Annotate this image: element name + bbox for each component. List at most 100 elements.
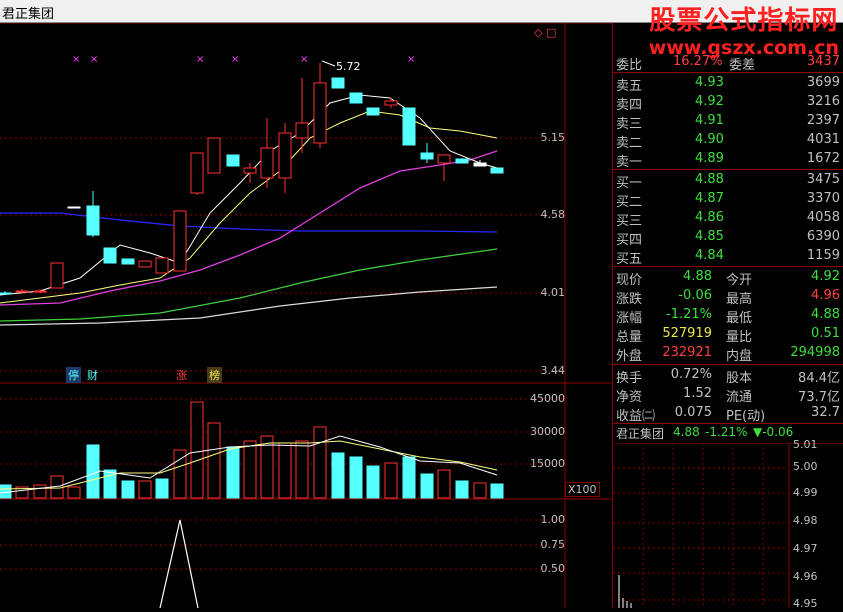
bid-row[interactable]: 买四 4.85 6390 (613, 228, 843, 248)
tag-finance[interactable]: 财 (85, 367, 100, 383)
mini-tick: 4.99 (793, 486, 818, 499)
candle-body (243, 167, 257, 174)
watermark-logo: 股票公式指标网 www.gszx.com.cn (648, 6, 839, 59)
candle-body (260, 147, 274, 179)
candle-body (278, 132, 292, 179)
candle-body (331, 77, 345, 89)
volume-bar (349, 456, 363, 499)
volume-bar (86, 444, 100, 499)
svg-text:×: × (407, 54, 415, 65)
candle-body (295, 122, 309, 139)
volume-bar (155, 478, 169, 499)
candle-body (173, 210, 187, 272)
fund-row: 净资 1.52 流通 73.7亿 (616, 386, 840, 405)
svg-text:×: × (300, 54, 308, 65)
candle-body (349, 92, 363, 104)
quote-panel: 委比 16.27% 委差 3437 卖五 4.93 3699 卖四 4.92 3… (612, 23, 843, 610)
volume-bar (138, 480, 152, 499)
stat-row: 现价 4.88 今开 4.92 (616, 269, 840, 288)
volume-bar (207, 422, 221, 499)
indicator-tick-2: 0.75 (540, 538, 566, 551)
bid-row[interactable]: 买三 4.86 4058 (613, 209, 843, 229)
mini-tick: 5.00 (793, 460, 818, 473)
volume-bar (420, 473, 434, 499)
volume-bars-group (0, 401, 504, 499)
window-title: 君正集团 (2, 7, 55, 22)
price-tick-3: 4.01 (540, 286, 566, 299)
candle-body (402, 107, 416, 146)
candle-body (121, 258, 135, 265)
ask-row[interactable]: 卖一 4.89 1672 (613, 150, 843, 170)
volume-bar (243, 440, 257, 499)
candle-body (313, 82, 327, 144)
ma60-line (0, 212, 498, 233)
chart-svg: 5.72 × × × × × × (0, 22, 612, 609)
volume-bar (473, 482, 487, 499)
volume-bar (455, 480, 469, 499)
volume-bar (366, 465, 380, 499)
volume-unit: X100 (565, 482, 600, 497)
volume-tick-3: 15000 (530, 457, 565, 470)
mini-tick: 5.01 (793, 438, 818, 451)
price-tick-1: 5.15 (540, 131, 566, 144)
mini-tick: 4.97 (793, 542, 818, 555)
candle-body (67, 206, 81, 209)
candle-body (207, 137, 221, 174)
svg-text:×: × (90, 54, 98, 65)
volume-bar (33, 484, 47, 499)
indicator-tick-3: 0.50 (540, 562, 566, 575)
volume-bar (121, 480, 135, 499)
ask-row[interactable]: 卖二 4.90 4031 (613, 131, 843, 151)
candle-body (50, 262, 64, 289)
volume-tick-1: 45000 (530, 392, 565, 405)
tag-limit-up[interactable]: 涨 (174, 367, 189, 383)
candle-body (138, 260, 152, 268)
svg-text:×: × (72, 54, 80, 65)
stat-row: 涨跌 -0.06 最高 4.96 (616, 288, 840, 307)
volume-bar (190, 401, 204, 499)
bid-row[interactable]: 买一 4.88 3475 (613, 171, 843, 191)
candle-body (15, 290, 29, 293)
ask-row[interactable]: 卖四 4.92 3216 (613, 93, 843, 113)
ask-row[interactable]: 卖五 4.93 3699 (613, 74, 843, 94)
tag-halt[interactable]: 停 (66, 367, 81, 383)
bid-row[interactable]: 买五 4.84 1159 (613, 247, 843, 267)
candle-body (155, 257, 169, 274)
volume-bar (402, 456, 416, 499)
volume-bar (67, 486, 81, 499)
candle-body (33, 290, 47, 293)
bid-row[interactable]: 买二 4.87 3370 (613, 190, 843, 210)
tag-rank[interactable]: 榜 (207, 367, 222, 383)
volume-bar (437, 469, 451, 499)
stat-row: 总量 527919 量比 0.51 (616, 326, 840, 345)
kline-chart[interactable]: 5.72 × × × × × × 5.15 4.58 4.01 3.44 45000 … (0, 22, 612, 609)
candle-body (366, 107, 380, 116)
svg-text:×: × (231, 54, 239, 65)
fund-row: 收益㈡ 0.075 PE(动) 32.7 (616, 405, 840, 424)
high-label: 5.72 (336, 60, 361, 73)
candle-body (226, 154, 240, 167)
volume-bar (295, 440, 309, 499)
indicator-line (159, 519, 199, 609)
ask-row[interactable]: 卖三 4.91 2397 (613, 112, 843, 132)
volume-bar (226, 446, 240, 499)
candle-body (0, 292, 12, 295)
candle-body (420, 152, 434, 160)
mini-tick: 4.95 (793, 597, 818, 610)
candle-body (86, 205, 100, 236)
stat-row: 外盘 232921 内盘 294998 (616, 345, 840, 364)
candle-body (384, 100, 398, 106)
candles-group (0, 63, 504, 295)
candle-body (103, 247, 117, 264)
candle-body (437, 154, 451, 164)
volume-bar (278, 442, 292, 499)
candle-body (490, 167, 504, 174)
mini-tick: 4.96 (793, 570, 818, 583)
volume-bar (384, 462, 398, 499)
volume-bar (313, 426, 327, 499)
mini-tick: 4.98 (793, 514, 818, 527)
price-tick-4: 3.44 (540, 364, 566, 377)
fund-row: 换手 0.72% 股本 84.4亿 (616, 367, 840, 386)
window-buttons[interactable]: ◇ □ (534, 26, 556, 39)
price-tick-2: 4.58 (540, 208, 566, 221)
